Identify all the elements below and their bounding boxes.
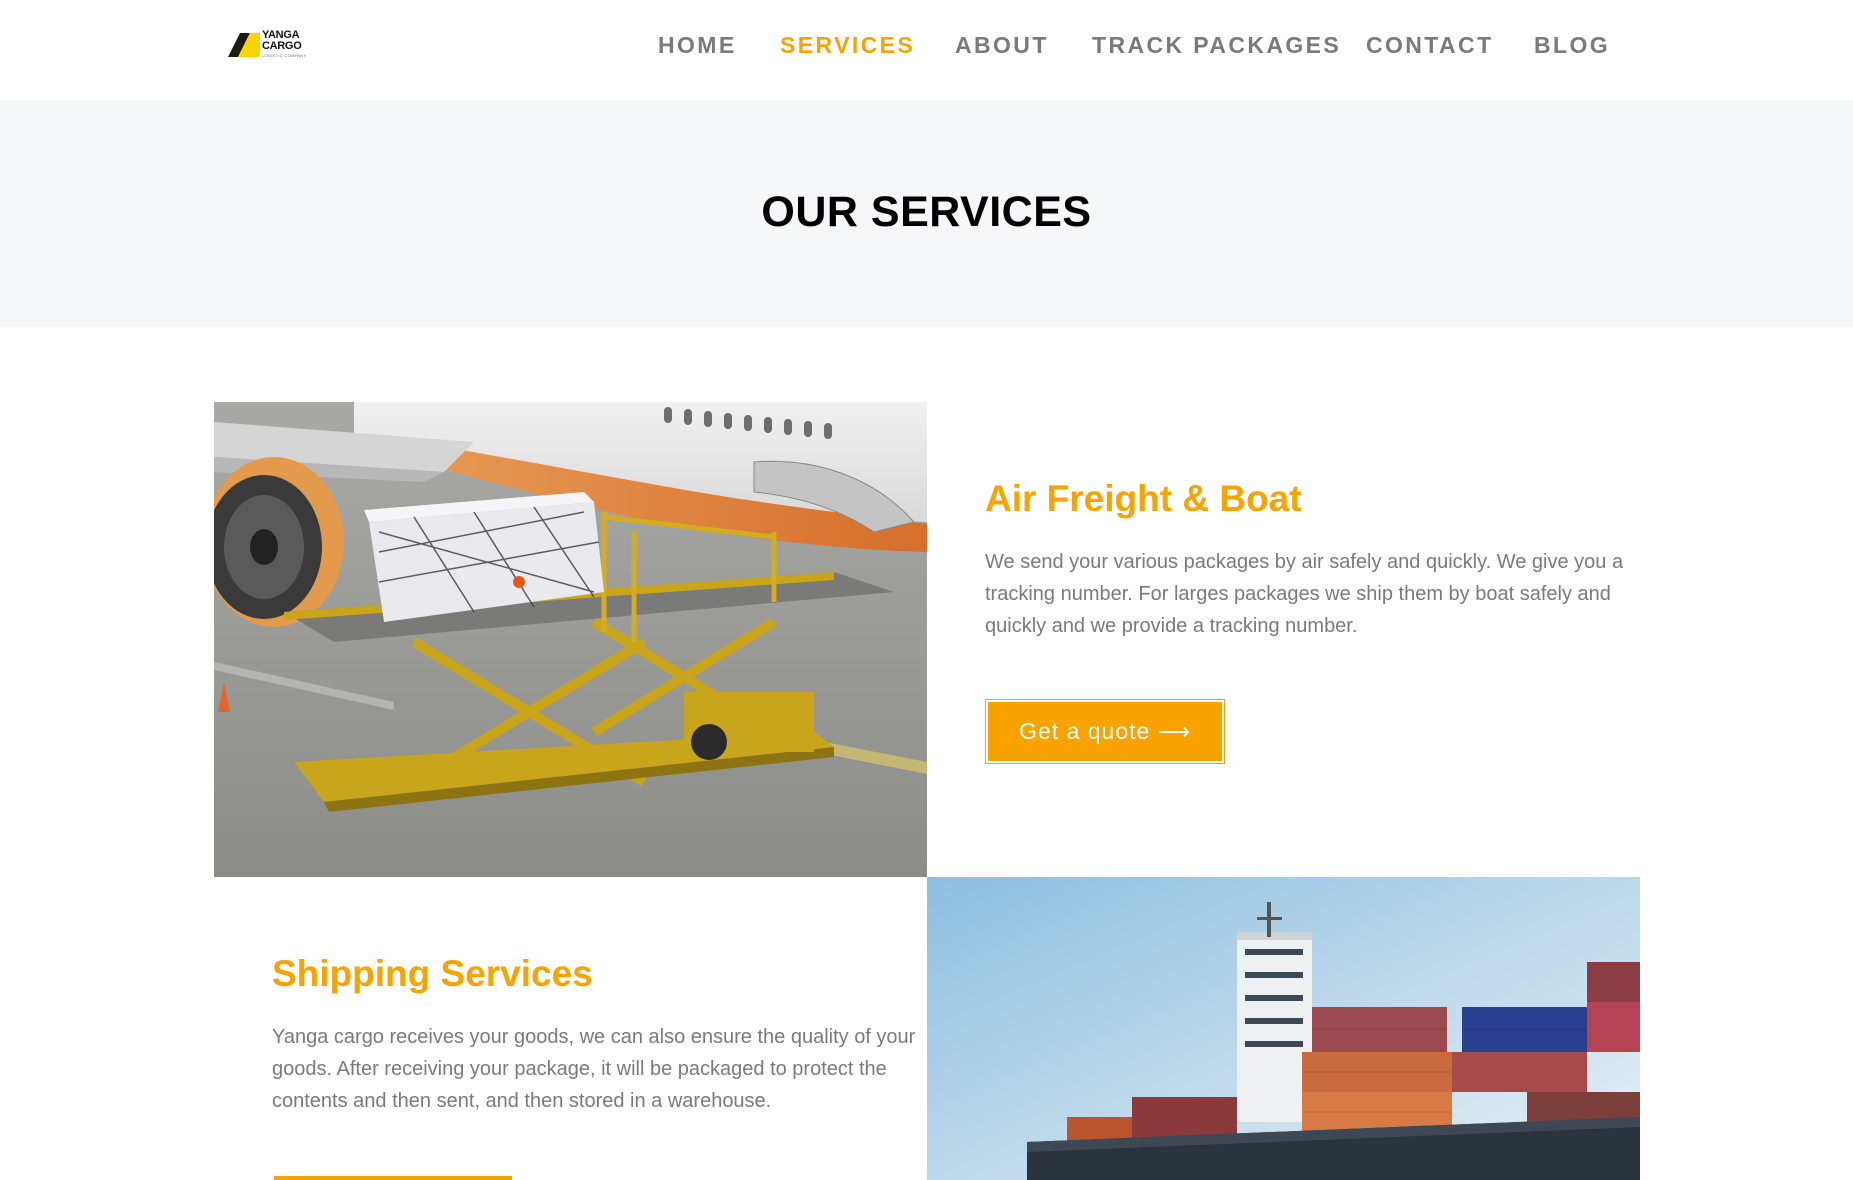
get-quote-label: Get a quote (1019, 718, 1151, 744)
nav-contact[interactable]: CONTACT (1366, 30, 1494, 60)
air-freight-image (214, 402, 927, 877)
service-desc-air-freight: We send your various packages by air saf… (985, 551, 1624, 637)
nav-track-packages[interactable]: TRACK PACKAGES (1092, 30, 1341, 60)
long-arrow-right-icon: ⟶ (1158, 718, 1191, 744)
nav-about[interactable]: ABOUT (955, 30, 1049, 60)
shipping-button-edge[interactable] (274, 1176, 512, 1180)
nav-services[interactable]: SERVICES (780, 30, 915, 60)
main-nav: HOME SERVICES ABOUT TRACK PACKAGES CONTA… (0, 30, 1853, 60)
page-title: OUR SERVICES (761, 188, 1092, 236)
nav-blog[interactable]: BLOG (1534, 30, 1610, 60)
service-desc-shipping: Yanga cargo receives your goods, we can … (272, 1026, 916, 1112)
service-title-shipping: Shipping Services (272, 953, 593, 994)
get-quote-button[interactable]: Get a quote ⟶ (985, 699, 1225, 764)
service-title-air-freight: Air Freight & Boat (985, 478, 1302, 519)
site-header: YANGA CARGO LOGISTIC COMPANY HOME SERVIC… (0, 0, 1853, 100)
container-ship-image (927, 877, 1640, 1180)
nav-home[interactable]: HOME (658, 30, 737, 60)
page-title-band: OUR SERVICES (0, 100, 1853, 327)
